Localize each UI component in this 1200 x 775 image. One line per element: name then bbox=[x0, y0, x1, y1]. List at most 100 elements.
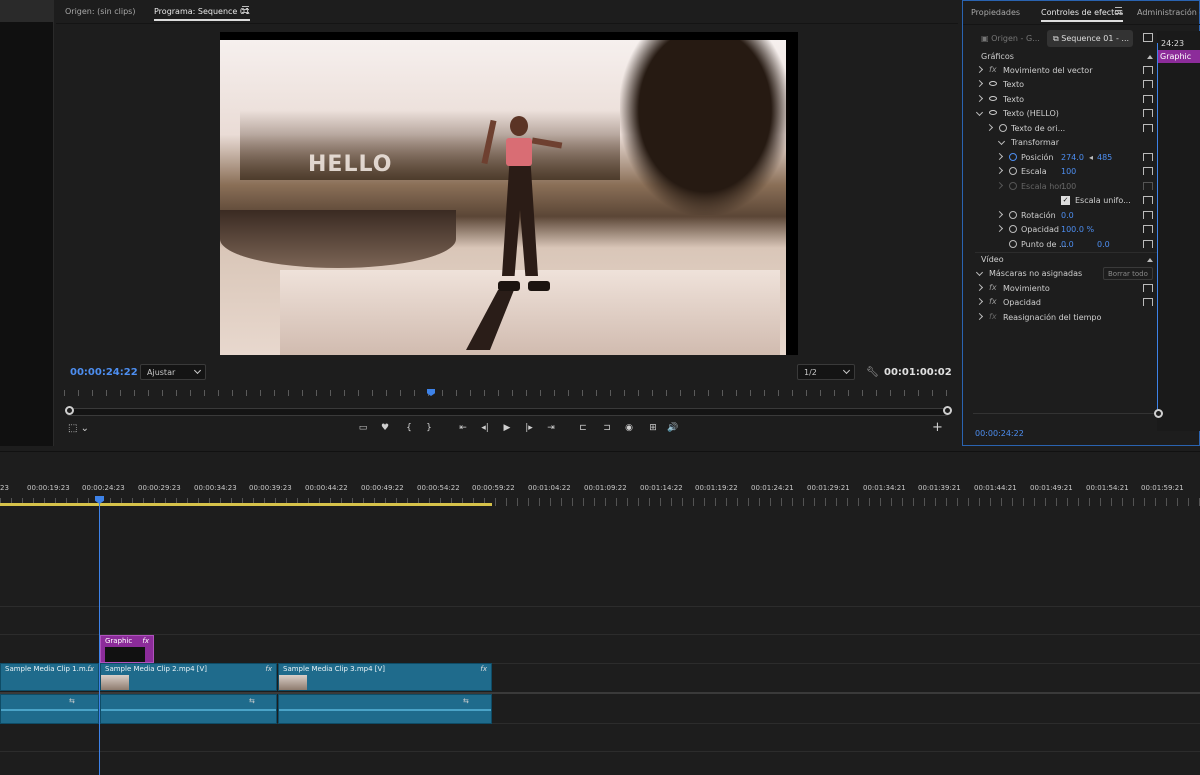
tab-effect-controls[interactable]: Controles de efectos bbox=[1041, 8, 1124, 22]
monitor-time-ruler[interactable] bbox=[64, 390, 948, 396]
stopwatch-icon[interactable] bbox=[1009, 225, 1017, 233]
effect-row[interactable]: Texto (HELLO) bbox=[975, 107, 1157, 121]
fx-icon[interactable]: fx bbox=[265, 665, 272, 673]
expand-icon[interactable] bbox=[975, 65, 984, 74]
stopwatch-icon[interactable] bbox=[1009, 211, 1017, 219]
expand-icon[interactable] bbox=[995, 166, 1004, 175]
audio-clip-2[interactable]: ⇆ bbox=[100, 694, 277, 724]
fx-icon[interactable]: fx bbox=[87, 665, 94, 673]
expand-icon[interactable] bbox=[985, 123, 994, 132]
reset-icon[interactable] bbox=[1143, 211, 1153, 219]
expand-icon[interactable] bbox=[995, 210, 1004, 219]
fx-icon[interactable]: fx bbox=[989, 283, 997, 292]
zoom-scrollbar[interactable] bbox=[66, 408, 950, 416]
effect-row[interactable]: Transformar bbox=[975, 136, 1157, 150]
property-row-position[interactable]: Posición 274.0 ◂ 485 bbox=[975, 151, 1157, 165]
audio-clip-1[interactable]: ⇆ bbox=[0, 694, 99, 724]
effects-mini-timeline[interactable] bbox=[1157, 31, 1200, 431]
sequence-clip-tab[interactable]: ⧉ Sequence 01 - ... bbox=[1047, 30, 1133, 47]
scroll-handle-left[interactable] bbox=[65, 406, 74, 415]
scroll-handle-right[interactable] bbox=[943, 406, 952, 415]
property-row-rotation[interactable]: Rotación 0.0 bbox=[975, 209, 1157, 223]
resolution-select[interactable]: 1/2 bbox=[797, 364, 855, 380]
wrench-icon[interactable]: 🔧︎ bbox=[866, 367, 879, 378]
tab-source[interactable]: Origen: (sin clips) bbox=[65, 7, 135, 16]
video-clip-2[interactable]: Sample Media Clip 2.mp4 [V] fx bbox=[100, 663, 277, 691]
graphic-clip[interactable]: Graphic fx bbox=[100, 635, 154, 663]
uniform-scale-checkbox[interactable]: ✓ bbox=[1061, 196, 1070, 205]
expand-icon[interactable] bbox=[975, 79, 984, 88]
reset-icon[interactable] bbox=[1143, 196, 1153, 204]
reset-icon[interactable] bbox=[1143, 225, 1153, 233]
reset-icon[interactable] bbox=[1143, 153, 1153, 161]
fx-icon[interactable]: fx bbox=[989, 297, 997, 306]
expand-icon[interactable] bbox=[995, 152, 1004, 161]
tab-program[interactable]: Programa: Sequence 01 bbox=[154, 7, 251, 21]
lift-icon[interactable]: ⊏ bbox=[576, 423, 590, 433]
marker-in-icon[interactable]: ▭ bbox=[356, 423, 370, 433]
timeline-playhead[interactable] bbox=[99, 498, 100, 775]
mark-in-icon[interactable]: { bbox=[402, 423, 416, 433]
expand-icon[interactable] bbox=[995, 224, 1004, 233]
stopwatch-icon[interactable] bbox=[1009, 240, 1017, 248]
property-row-opacity[interactable]: Opacidad 100.0 % bbox=[975, 223, 1157, 237]
effect-row[interactable]: Texto bbox=[975, 93, 1157, 107]
video-clip-3[interactable]: Sample Media Clip 3.mp4 [V] fx bbox=[278, 663, 492, 691]
reset-icon[interactable] bbox=[1143, 80, 1153, 88]
step-back-icon[interactable]: ◂| bbox=[478, 423, 492, 433]
overlay-text[interactable]: HELLO bbox=[308, 152, 392, 177]
uniform-scale-row[interactable]: ✓ Escala unifo... bbox=[975, 194, 1157, 208]
video-clip-1[interactable]: Sample Media Clip 1.m... fx bbox=[0, 663, 99, 691]
panel-menu-icon[interactable] bbox=[242, 6, 249, 13]
keyframe-nav-icon[interactable]: ◂ bbox=[1089, 153, 1093, 162]
effect-row[interactable]: Texto bbox=[975, 78, 1157, 92]
camera-icon[interactable]: ◉ bbox=[622, 423, 636, 433]
go-to-out-icon[interactable]: ⇥ bbox=[544, 423, 558, 433]
effect-row-time-remap[interactable]: fx Reasignación del tiempo bbox=[975, 311, 1157, 325]
reset-icon[interactable] bbox=[1143, 124, 1153, 132]
safe-margins-icon[interactable]: ⬚ ⌄ bbox=[68, 423, 89, 434]
eye-icon[interactable] bbox=[989, 81, 997, 86]
go-to-in-icon[interactable]: ⇤ bbox=[456, 423, 470, 433]
section-video[interactable]: Vídeo bbox=[975, 253, 1157, 267]
fx-icon[interactable]: fx bbox=[142, 637, 149, 645]
timeline-ruler[interactable]: 23 00:00:19:23 00:00:24:23 00:00:29:23 0… bbox=[0, 484, 1200, 498]
fx-icon[interactable]: fx bbox=[480, 665, 487, 673]
effects-timecode[interactable]: 00:00:24:22 bbox=[975, 429, 1024, 438]
effect-row-opacity[interactable]: fx Opacidad bbox=[975, 296, 1157, 310]
scroll-handle[interactable] bbox=[1154, 409, 1163, 418]
mini-graphic-clip[interactable]: Graphic bbox=[1157, 50, 1200, 63]
expand-icon[interactable] bbox=[975, 94, 984, 103]
fx-icon[interactable]: fx bbox=[989, 65, 997, 74]
playhead-timecode[interactable]: 00:00:24:22 bbox=[70, 367, 138, 378]
expand-icon[interactable] bbox=[975, 297, 984, 306]
comparison-icon[interactable]: ⊞ bbox=[646, 423, 660, 433]
volume-icon[interactable]: 🔊 bbox=[666, 423, 680, 433]
stopwatch-icon[interactable] bbox=[1009, 153, 1017, 161]
add-button[interactable]: + bbox=[932, 420, 943, 435]
video-preview[interactable]: HELLO bbox=[220, 32, 798, 355]
mini-playhead[interactable] bbox=[1157, 43, 1158, 415]
effects-scrollbar[interactable] bbox=[973, 413, 1157, 414]
audio-clip-3[interactable]: ⇆ bbox=[278, 694, 492, 724]
panel-menu-icon[interactable] bbox=[1115, 7, 1122, 14]
property-row-scale[interactable]: Escala 100 bbox=[975, 165, 1157, 179]
add-marker-icon[interactable]: ♥ bbox=[378, 423, 392, 433]
reset-icon[interactable] bbox=[1143, 240, 1153, 248]
play-icon[interactable]: ▶ bbox=[500, 423, 514, 433]
expand-icon[interactable] bbox=[975, 312, 984, 321]
effect-row-motion[interactable]: fx Movimiento bbox=[975, 282, 1157, 296]
effect-row[interactable]: fx Movimiento del vector bbox=[975, 64, 1157, 78]
toggle-timeline-icon[interactable] bbox=[1143, 33, 1153, 42]
stopwatch-icon[interactable] bbox=[1009, 167, 1017, 175]
eye-icon[interactable] bbox=[989, 110, 997, 115]
property-row-anchor[interactable]: Punto de ... 0.0 0.0 bbox=[975, 238, 1157, 252]
section-graphics[interactable]: Gráficos bbox=[975, 50, 1157, 64]
reset-icon[interactable] bbox=[1143, 298, 1153, 306]
collapse-icon[interactable] bbox=[997, 137, 1006, 146]
reset-icon[interactable] bbox=[1143, 284, 1153, 292]
extract-icon[interactable]: ⊐ bbox=[600, 423, 614, 433]
fit-select[interactable]: Ajustar bbox=[140, 364, 206, 380]
reset-icon[interactable] bbox=[1143, 167, 1153, 175]
tab-properties[interactable]: Propiedades bbox=[971, 8, 1020, 17]
